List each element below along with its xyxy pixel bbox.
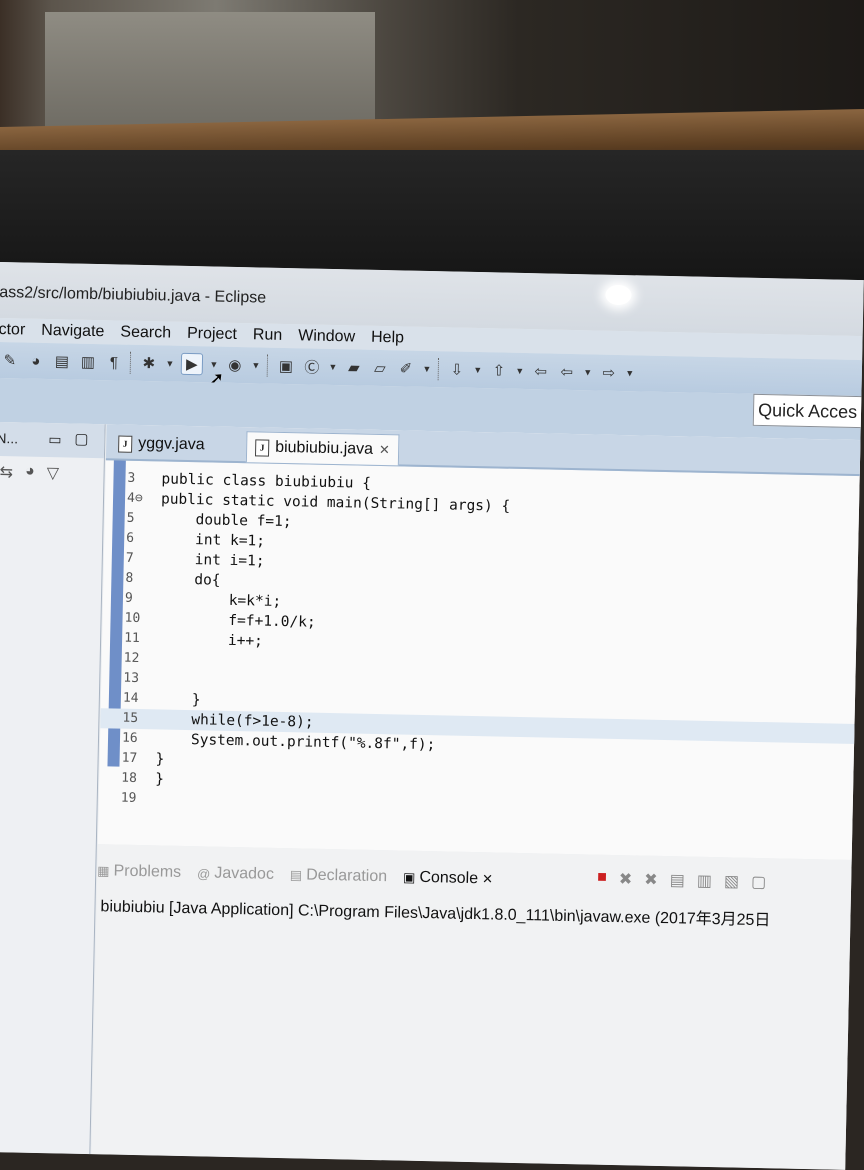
close-icon[interactable]: ✕ bbox=[482, 871, 493, 887]
chevron-down-icon[interactable]: ▼ bbox=[515, 361, 525, 381]
toolbar-separator bbox=[129, 351, 134, 374]
word-wrap-icon[interactable]: ▧ bbox=[724, 871, 740, 891]
menu-search[interactable]: Search bbox=[112, 320, 179, 345]
background-paper bbox=[45, 12, 375, 137]
remove-all-icon[interactable]: ✖ bbox=[644, 870, 658, 890]
remove-launch-icon[interactable]: ✖ bbox=[619, 869, 633, 889]
maximize-icon[interactable]: ▢ bbox=[74, 430, 89, 448]
eclipse-window: ass2/src/lomb/biubiubiu.java - Eclipse c… bbox=[0, 262, 864, 1170]
package-explorer: N... ▭ ▢ ⇆ ◕ ▽ bbox=[0, 421, 106, 1155]
open-type-icon[interactable]: ▰ bbox=[344, 357, 364, 377]
console-icon: ▣ bbox=[402, 869, 416, 885]
window-title: ass2/src/lomb/biubiubiu.java - Eclipse bbox=[0, 283, 267, 307]
debug-icon[interactable]: ✱ bbox=[139, 353, 159, 373]
tab-console[interactable]: ▣ Console ✕ bbox=[403, 869, 493, 889]
toolbar-separator bbox=[266, 354, 271, 377]
menu-navigate[interactable]: Navigate bbox=[33, 319, 113, 345]
declaration-icon: ▤ bbox=[289, 867, 303, 883]
chevron-down-icon[interactable]: ▼ bbox=[251, 355, 261, 375]
chevron-down-icon[interactable]: ▼ bbox=[625, 363, 635, 383]
package-explorer-tools: ⇆ ◕ ▽ bbox=[0, 462, 59, 483]
tab-javadoc[interactable]: @ Javadoc bbox=[197, 864, 274, 884]
pen-icon[interactable]: ✎ bbox=[0, 350, 20, 370]
at-icon: @ bbox=[196, 865, 211, 882]
last-edit-icon[interactable]: ⇦ bbox=[531, 361, 551, 381]
menu-window[interactable]: Window bbox=[290, 324, 363, 350]
tab-biubiubiu[interactable]: J biubiubiu.java ✕ bbox=[245, 431, 400, 466]
screen-glare bbox=[605, 284, 632, 306]
prev-annotation-icon[interactable]: ⇧ bbox=[489, 360, 509, 380]
terminate-icon[interactable]: ■ bbox=[597, 869, 607, 889]
view-title[interactable]: N... bbox=[0, 430, 18, 446]
new-package-icon[interactable]: ▣ bbox=[276, 356, 296, 376]
menu-refactor[interactable]: ctor bbox=[0, 318, 33, 343]
chevron-down-icon[interactable]: ▼ bbox=[422, 359, 432, 379]
package-explorer-header: N... ▭ ▢ bbox=[0, 421, 105, 459]
toolbar-separator bbox=[437, 358, 442, 381]
tab-label: yggv.java bbox=[138, 434, 205, 454]
toggle-icon[interactable]: ◕ bbox=[26, 351, 46, 371]
close-icon[interactable]: ✕ bbox=[379, 442, 390, 458]
back-icon[interactable]: ⇦ bbox=[557, 362, 577, 382]
console-panel: ▦ Problems @ Javadoc ▤ Declaration ▣ Console… bbox=[91, 844, 858, 1170]
display-console-icon[interactable]: ▢ bbox=[751, 872, 767, 892]
chevron-down-icon[interactable]: ▼ bbox=[328, 357, 338, 377]
menu-project[interactable]: Project bbox=[179, 322, 245, 347]
next-annotation-icon[interactable]: ⇩ bbox=[447, 359, 467, 379]
chevron-down-icon[interactable]: ▼ bbox=[473, 360, 483, 380]
code-area[interactable]: 3 public class biubiubiu { 4⊖ public stati… bbox=[98, 460, 864, 860]
laptop-bezel bbox=[0, 150, 864, 362]
brush-icon[interactable]: ✐ bbox=[396, 358, 416, 378]
doc-icon[interactable]: ▤ bbox=[52, 351, 72, 371]
menu-help[interactable]: Help bbox=[363, 326, 412, 351]
external-tools-icon[interactable]: ◉ bbox=[225, 355, 245, 375]
menu-run[interactable]: Run bbox=[245, 323, 291, 348]
java-file-icon: J bbox=[118, 435, 133, 453]
view-menu-icon[interactable]: ▽ bbox=[46, 463, 59, 483]
minimize-icon[interactable]: ▭ bbox=[48, 431, 62, 448]
list-icon[interactable]: ▥ bbox=[78, 352, 98, 372]
clear-console-icon[interactable]: ▤ bbox=[669, 870, 685, 890]
java-file-icon: J bbox=[254, 438, 270, 457]
tab-label: biubiubiu.java bbox=[275, 438, 374, 458]
quick-access-field[interactable]: Quick Acces bbox=[752, 393, 864, 429]
tab-declaration[interactable]: ▤ Declaration bbox=[290, 866, 388, 886]
chevron-down-icon[interactable]: ▼ bbox=[583, 362, 593, 382]
open-folder-icon[interactable]: ▱ bbox=[370, 358, 390, 378]
run-icon[interactable]: ▶ bbox=[180, 352, 204, 376]
console-actions: ■ ✖ ✖ ▤ ▥ ▧ ▢ bbox=[597, 869, 766, 893]
new-class-icon[interactable]: Ⓒ bbox=[302, 356, 322, 376]
scroll-lock-icon[interactable]: ▥ bbox=[697, 871, 713, 891]
code-editor: J yggv.java J biubiubiu.java ✕ 3 public c… bbox=[97, 424, 864, 861]
link-editor-icon[interactable]: ⇆ bbox=[0, 462, 13, 482]
paragraph-icon[interactable]: ¶ bbox=[104, 352, 124, 372]
chevron-down-icon[interactable]: ▼ bbox=[165, 353, 175, 373]
filter-icon[interactable]: ◕ bbox=[25, 463, 35, 483]
forward-icon[interactable]: ⇨ bbox=[599, 363, 619, 383]
problems-icon: ▦ bbox=[97, 863, 110, 879]
tab-yggv[interactable]: J yggv.java bbox=[110, 428, 213, 460]
tab-problems[interactable]: ▦ Problems bbox=[97, 862, 181, 882]
